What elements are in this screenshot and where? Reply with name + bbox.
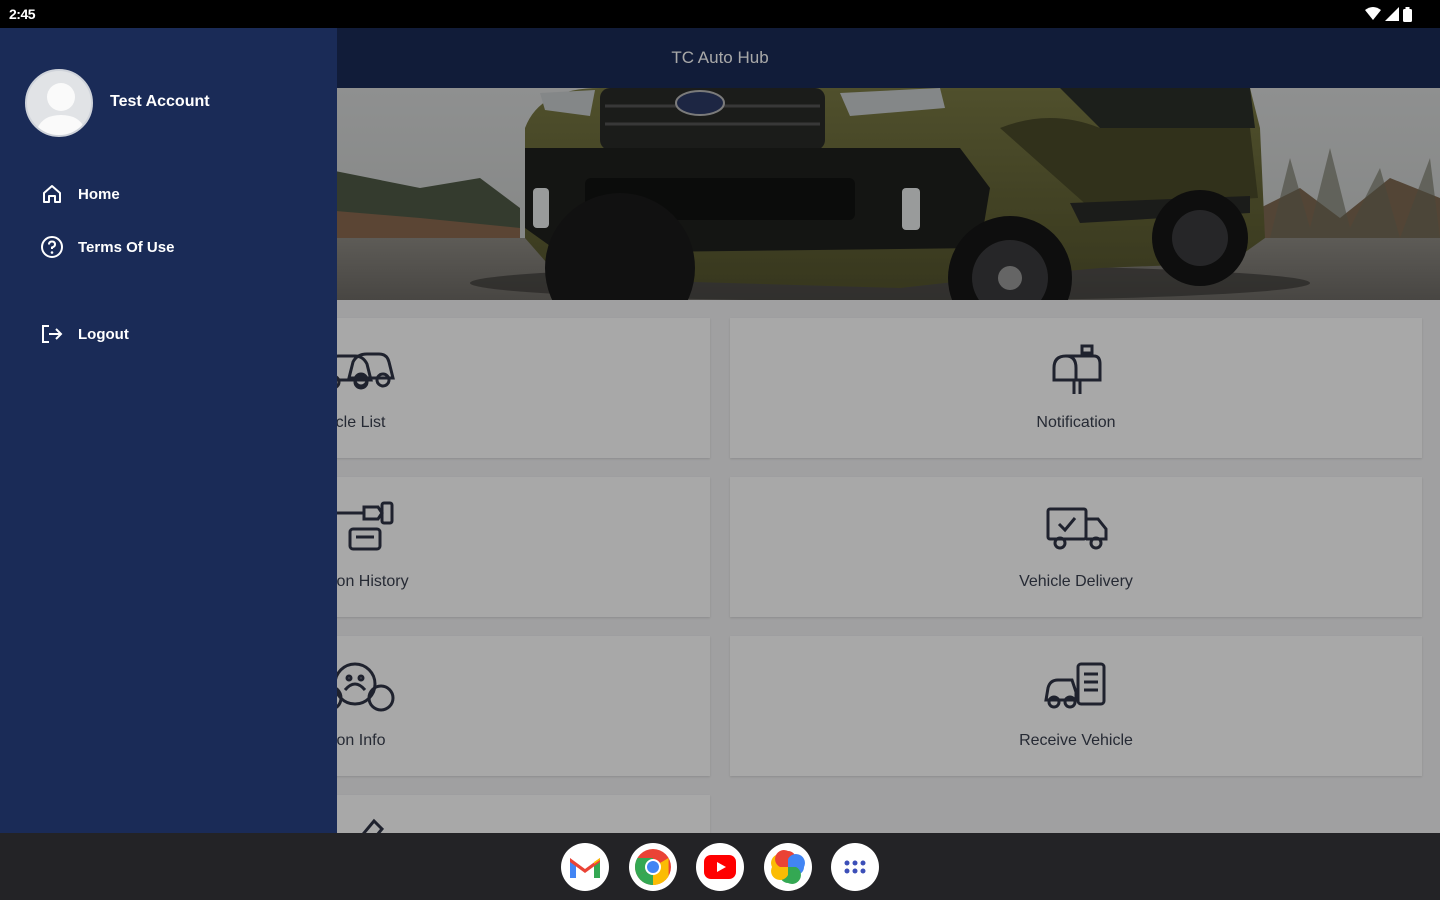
help-circle-icon (38, 233, 66, 261)
user-avatar-icon (25, 69, 93, 137)
gmail-icon[interactable] (561, 843, 609, 891)
app-drawer-icon[interactable] (831, 843, 879, 891)
app-window: TC Auto Hub Vehicle List Notification In… (0, 28, 1440, 833)
drawer-item-home[interactable]: Home (38, 179, 120, 209)
drawer-item-label: Home (78, 185, 120, 203)
cell-signal-icon (1385, 7, 1399, 21)
photos-icon[interactable] (764, 843, 812, 891)
logout-icon (38, 320, 66, 348)
wifi-icon (1365, 7, 1381, 20)
drawer-item-label: Logout (78, 325, 129, 343)
drawer-item-logout[interactable]: Logout (38, 319, 129, 349)
status-icons (1365, 6, 1412, 22)
navigation-drawer: Test Account Home Terms Of Use Logout (0, 28, 337, 833)
home-icon (38, 180, 66, 208)
chrome-icon[interactable] (629, 843, 677, 891)
drawer-item-label: Terms Of Use (78, 238, 175, 256)
profile-name: Test Account (110, 93, 210, 110)
battery-icon (1403, 6, 1412, 22)
youtube-icon[interactable] (696, 843, 744, 891)
system-dock (0, 833, 1440, 900)
status-time: 2:45 (9, 6, 36, 22)
drawer-item-terms-of-use[interactable]: Terms Of Use (38, 232, 174, 262)
status-bar: 2:45 (0, 0, 1440, 28)
